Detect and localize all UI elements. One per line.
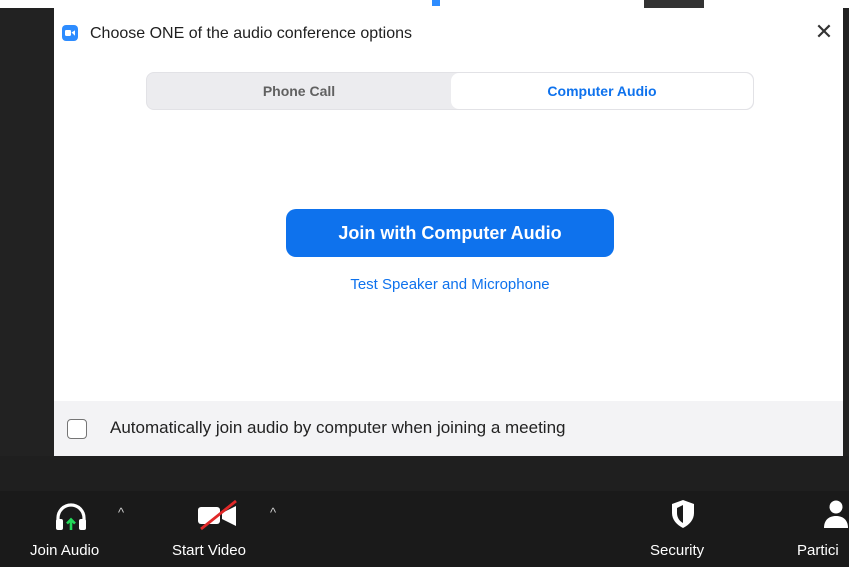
meeting-top-strip: [0, 0, 849, 8]
security-button[interactable]: Security: [630, 491, 740, 567]
background-fragment: [432, 0, 440, 6]
meeting-background: [0, 8, 54, 456]
start-video-button[interactable]: ^ Start Video: [160, 491, 300, 567]
participants-label: Partici: [797, 542, 839, 559]
security-label: Security: [650, 542, 705, 559]
join-audio-label: Join Audio: [30, 542, 100, 559]
audio-options-caret[interactable]: ^: [118, 505, 124, 520]
join-computer-audio-button[interactable]: Join with Computer Audio: [286, 209, 614, 257]
auto-join-checkbox[interactable]: [67, 419, 87, 439]
auto-join-label: Automatically join audio by computer whe…: [110, 418, 566, 437]
meeting-background: [843, 8, 849, 456]
shield-icon: [672, 500, 694, 528]
video-off-icon: [198, 499, 237, 531]
join-audio-button[interactable]: ^ Join Audio: [0, 491, 150, 567]
video-options-caret[interactable]: ^: [270, 505, 276, 520]
meeting-toolbar: ^ Join Audio ^ Start Video Security Part…: [0, 491, 849, 567]
audio-option-tabs: Phone Call Computer Audio: [146, 72, 754, 110]
zoom-camera-icon: [62, 25, 78, 41]
test-speaker-microphone-link[interactable]: Test Speaker and Microphone: [286, 276, 614, 293]
dialog-titlebar: Choose ONE of the audio conference optio…: [54, 8, 843, 52]
close-icon: ✕: [814, 19, 834, 44]
audio-options-dialog: Choose ONE of the audio conference optio…: [54, 8, 843, 456]
dialog-title: Choose ONE of the audio conference optio…: [90, 25, 412, 42]
person-icon: [824, 500, 848, 528]
dialog-footer: Automatically join audio by computer whe…: [54, 401, 843, 456]
background-fragment: [644, 0, 704, 8]
close-button[interactable]: ✕: [810, 18, 838, 46]
start-video-label: Start Video: [172, 542, 246, 559]
tab-phone-call[interactable]: Phone Call: [147, 73, 451, 109]
participants-button[interactable]: Partici: [780, 491, 849, 567]
tab-computer-audio[interactable]: Computer Audio: [451, 73, 753, 109]
headphones-icon: [56, 503, 86, 530]
